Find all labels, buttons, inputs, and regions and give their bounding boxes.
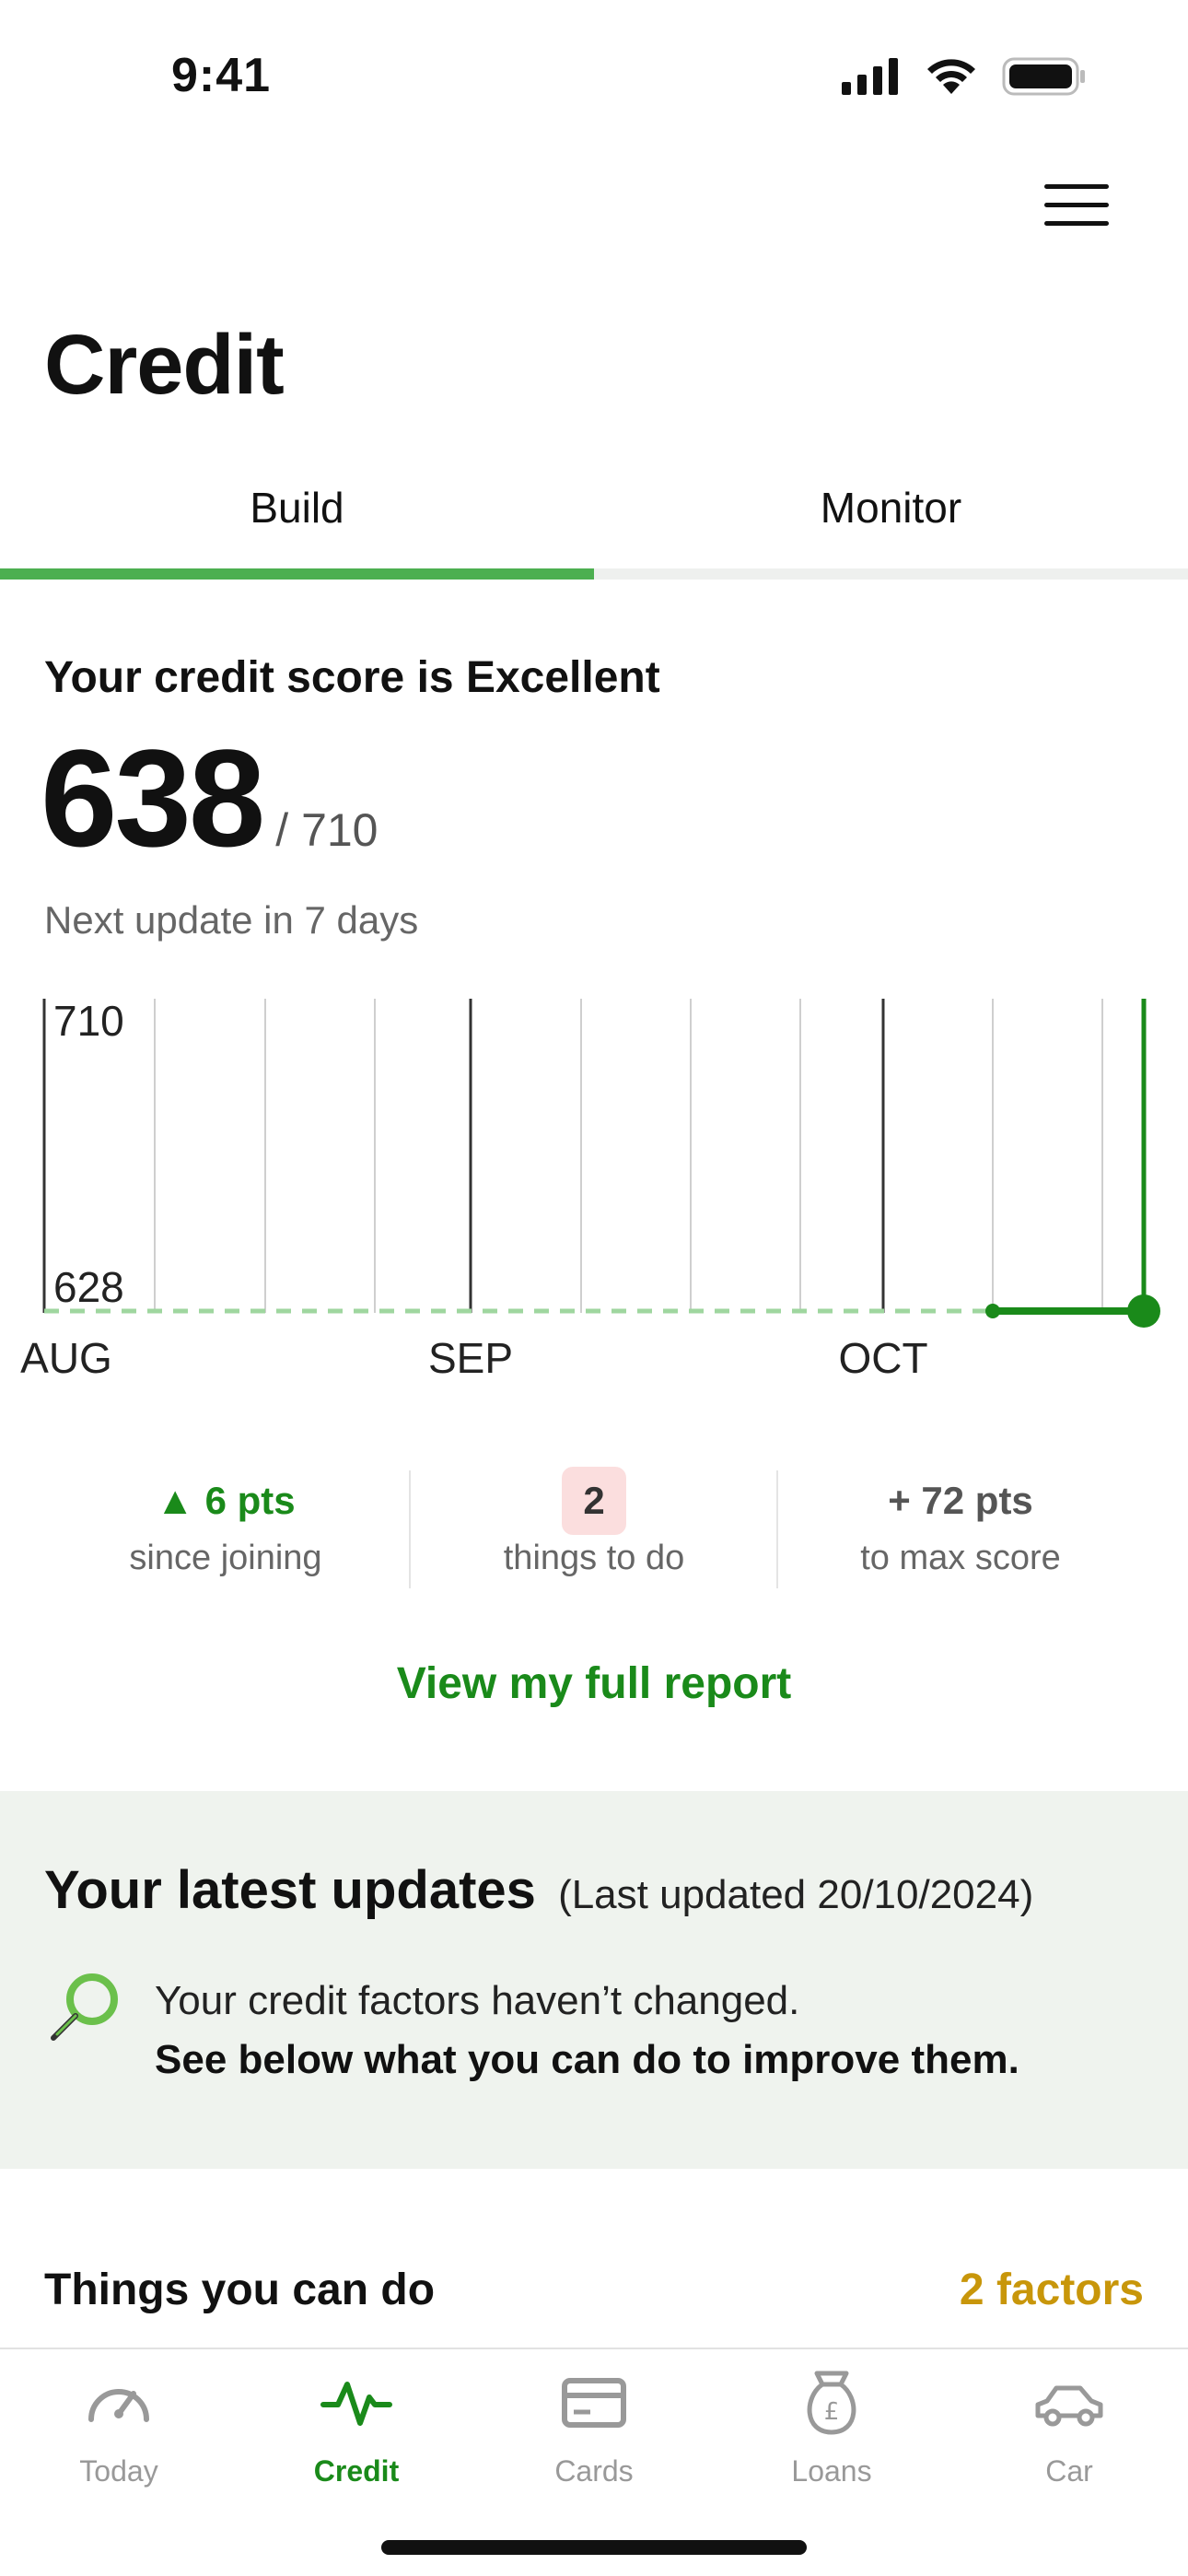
chart-x-label: AUG	[20, 1334, 112, 1382]
battery-icon	[1002, 57, 1085, 96]
stat-value: + 72 pts	[888, 1479, 1033, 1522]
stat-things-to-do[interactable]: 2 things to do	[410, 1465, 778, 1578]
nav-item-loans[interactable]: £ Loans	[713, 2366, 950, 2488]
svg-text:£: £	[824, 2398, 840, 2426]
status-bar: 9:41	[0, 0, 1188, 157]
next-update-text: Next update in 7 days	[44, 898, 419, 942]
stat-to-max-score: + 72 pts to max score	[776, 1465, 1145, 1578]
stat-value: 2	[410, 1465, 778, 1537]
todo-count-badge: 2	[562, 1467, 626, 1535]
latest-updates-panel: Your latest updates (Last updated 20/10/…	[0, 1791, 1188, 2169]
chart-x-label: OCT	[838, 1334, 927, 1382]
tab-monitor[interactable]: Monitor	[594, 461, 1188, 580]
stat-label: to max score	[860, 1539, 1061, 1577]
chart-point-current	[1127, 1294, 1160, 1328]
car-icon	[1035, 2385, 1103, 2427]
page-title: Credit	[44, 318, 285, 412]
score-stats: ▲ 6 pts since joining 2 things to do + 7…	[0, 1465, 1188, 1594]
money-bag-icon: £	[807, 2371, 856, 2435]
pulse-icon	[320, 2382, 392, 2426]
chart-y-top-label: 710	[53, 997, 124, 1045]
score-heading: Your credit score is Excellent	[44, 653, 660, 702]
score-value: 638	[41, 720, 265, 875]
signal-icon	[842, 58, 898, 95]
updates-title: Your latest updates (Last updated 20/10/…	[44, 1859, 1033, 1921]
updates-date: (Last updated 20/10/2024)	[558, 1872, 1034, 1917]
updates-line-1: Your credit factors haven’t changed.	[155, 1978, 800, 2023]
home-indicator	[381, 2540, 807, 2555]
tab-bar: Build Monitor	[0, 461, 1188, 580]
updates-line-2: See below what you can do to improve the…	[155, 2037, 1019, 2082]
score-row: 638 / 710	[41, 719, 379, 878]
stat-since-joining: ▲ 6 pts since joining	[41, 1465, 410, 1578]
chart-y-bottom-label: 628	[53, 1263, 124, 1311]
score-max: / 710	[275, 804, 379, 856]
updates-title-text: Your latest updates	[44, 1860, 536, 1920]
nav-item-credit[interactable]: Credit	[238, 2366, 475, 2488]
factors-count-link[interactable]: 2 factors	[960, 2265, 1144, 2315]
stat-label: since joining	[129, 1539, 322, 1577]
nav-label: Car	[1045, 2454, 1093, 2488]
status-icons	[842, 57, 1087, 96]
status-time: 9:41	[171, 49, 272, 102]
nav-item-today[interactable]: Today	[0, 2366, 238, 2488]
nav-item-car[interactable]: Car	[950, 2366, 1188, 2488]
things-you-can-do-title: Things you can do	[44, 2266, 436, 2314]
nav-label: Today	[79, 2454, 158, 2488]
score-history-chart: 710 628 AUG SEP OCT	[20, 997, 1160, 1382]
updates-message: Your credit factors haven’t changed. See…	[155, 1972, 1019, 2090]
chart-point	[985, 1304, 1000, 1318]
tab-build[interactable]: Build	[0, 461, 594, 580]
magnifier-icon	[51, 1973, 118, 2041]
view-full-report-link[interactable]: View my full report	[0, 1658, 1188, 1709]
nav-label: Credit	[313, 2454, 400, 2488]
hamburger-menu-icon[interactable]	[1044, 184, 1109, 230]
tab-active-indicator	[0, 568, 594, 580]
speedometer-icon	[88, 2389, 149, 2422]
stat-label: things to do	[503, 1539, 685, 1577]
wifi-icon	[927, 59, 975, 94]
nav-label: Loans	[791, 2454, 872, 2488]
nav-item-cards[interactable]: Cards	[475, 2366, 713, 2488]
chart-x-label: SEP	[428, 1334, 513, 1382]
card-icon	[562, 2378, 626, 2428]
nav-label: Cards	[554, 2454, 634, 2488]
stat-value: ▲ 6 pts	[156, 1479, 296, 1522]
